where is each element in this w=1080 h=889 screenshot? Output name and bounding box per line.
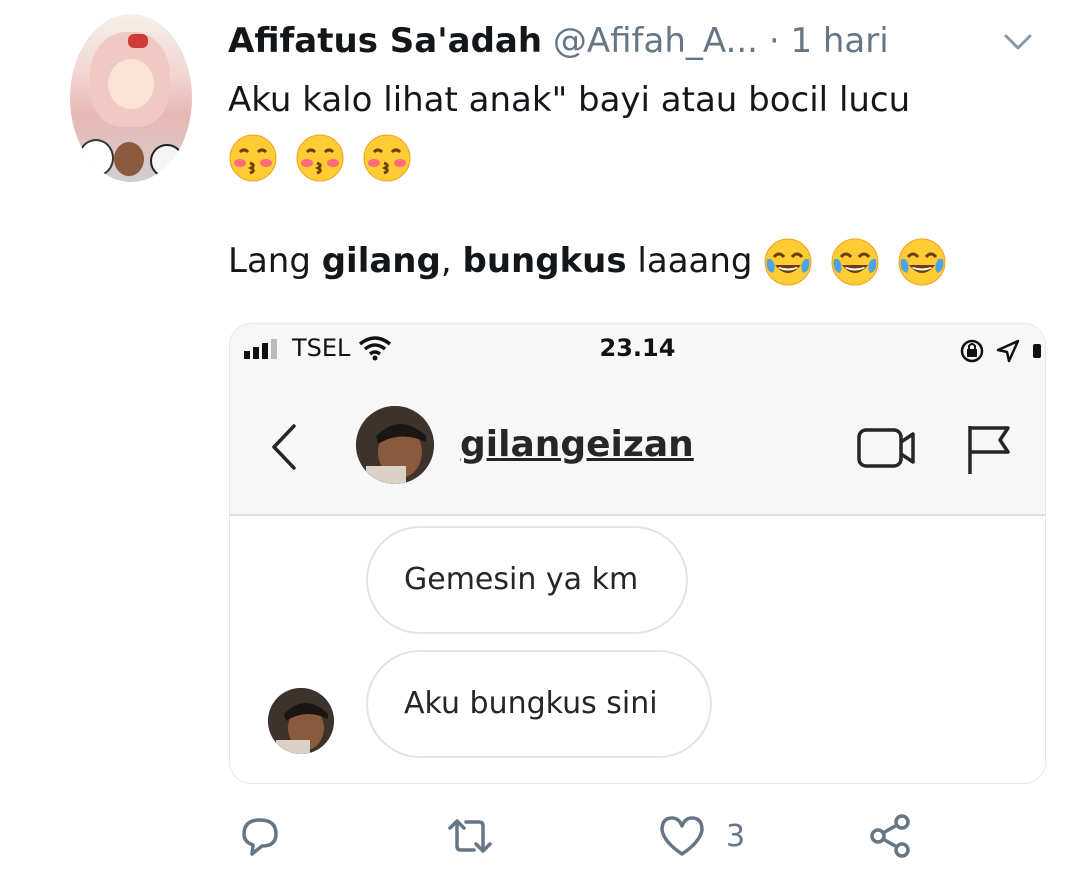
dm-header: gilangeizan (230, 384, 1045, 516)
reply-icon (242, 818, 278, 856)
tweet-line-1: Aku kalo lihat anak" bayi atau bocil luc… (228, 80, 911, 120)
line3-bold-bungkus: bungkus (462, 240, 627, 281)
author-name[interactable]: Afifatus Sa'adah (228, 21, 542, 61)
avatar-face-shape (108, 59, 154, 109)
retweet-button[interactable] (446, 812, 494, 860)
avatar-accent-shape (128, 34, 148, 48)
line3-mid: , (440, 240, 463, 281)
like-count: 3 (726, 818, 746, 854)
line3-prefix: Lang (228, 240, 322, 281)
msg-avatar-photo (268, 688, 334, 754)
author-avatar[interactable] (70, 14, 192, 182)
location-arrow-icon (996, 339, 1020, 363)
tears-of-joy-emoji-icon (831, 238, 879, 286)
tweet-media-card[interactable]: TSEL 23.14 gilangeizan Gemesin ya km Aku… (229, 323, 1046, 784)
tweet-line-3: Lang gilang, bungkus laaang (228, 235, 1048, 288)
tweet-actions: 3 (0, 812, 1080, 882)
status-right (959, 338, 1041, 364)
battery-icon (1033, 344, 1041, 358)
rotation-lock-icon (960, 339, 984, 363)
share-button[interactable] (866, 812, 914, 860)
message-bubble: Gemesin ya km (366, 526, 688, 634)
dm-user-avatar[interactable] (356, 406, 434, 484)
back-arrow-icon[interactable] (266, 422, 302, 472)
avatar-bear-shape (78, 139, 114, 177)
tweet-time[interactable]: 1 hari (790, 21, 888, 61)
kissing-blush-emoji-icon (363, 134, 411, 181)
heart-icon (660, 816, 704, 856)
tweet-header: Afifatus Sa'adah @Afifah_A... · 1 hari (228, 18, 889, 64)
tweet-text: Aku kalo lihat anak" bayi atau bocil luc… (228, 74, 1048, 287)
chevron-down-icon[interactable] (1000, 24, 1036, 60)
tears-of-joy-emoji-icon (898, 238, 946, 286)
flag-icon[interactable] (964, 422, 1012, 476)
phone-status-bar: TSEL 23.14 (230, 324, 1045, 384)
tears-of-joy-emoji-icon (764, 238, 812, 286)
share-icon (870, 814, 910, 858)
tweet-line-2 (228, 130, 1048, 183)
dm-username[interactable]: gilangeizan (460, 424, 694, 465)
retweet-icon (448, 819, 492, 853)
kissing-blush-emoji-icon (296, 134, 344, 181)
separator: · (768, 21, 780, 61)
message-sender-avatar (268, 688, 334, 754)
line3-suffix: laaang (626, 240, 753, 281)
line3-bold-gilang: gilang (321, 240, 441, 281)
video-call-icon[interactable] (856, 424, 918, 472)
clock: 23.14 (599, 334, 676, 362)
message-bubble: Aku bungkus sini (366, 650, 712, 758)
author-handle[interactable]: @Afifah_A... (553, 21, 758, 61)
avatar-bear-shape (150, 144, 184, 178)
dm-avatar-photo (356, 406, 434, 484)
reply-button[interactable] (236, 812, 284, 860)
avatar-bear-shape (114, 142, 144, 176)
kissing-blush-emoji-icon (229, 134, 277, 181)
like-button[interactable]: 3 (658, 812, 745, 860)
